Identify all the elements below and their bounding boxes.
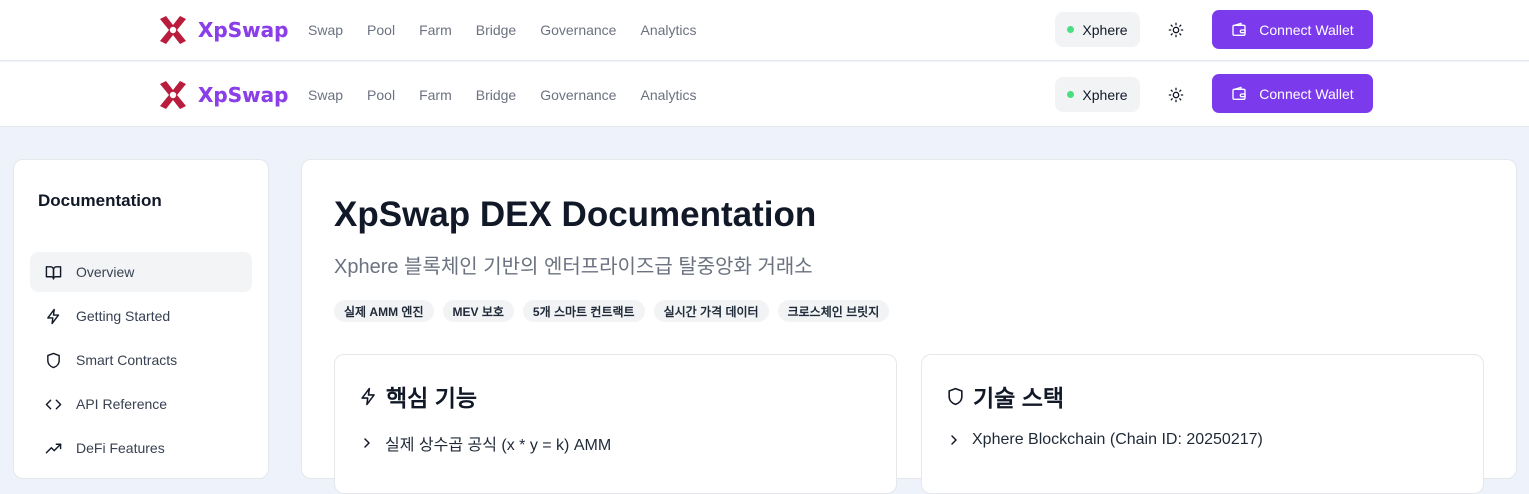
network-status-dot: [1067, 26, 1075, 33]
nav-analytics[interactable]: Analytics: [640, 87, 696, 103]
shield-icon: [47, 352, 60, 368]
book-open-icon: [45, 265, 62, 280]
page-subtitle: Xphere 블록체인 기반의 엔터프라이즈급 탈중앙화 거래소: [334, 256, 813, 278]
card-title: 기술 스택: [946, 379, 1064, 413]
brand-logo-link[interactable]: XpSwap: [156, 78, 288, 112]
feature-tag: 크로스체인 브릿지: [777, 300, 890, 322]
zap-icon: [361, 387, 375, 405]
nav-swap[interactable]: Swap: [308, 22, 343, 38]
sidebar-item-getting-started[interactable]: Getting Started: [30, 296, 252, 336]
docs-main-panel: XpSwap DEX Documentation Xphere 블록체인 기반의…: [301, 159, 1517, 494]
top-navbar: XpSwap Swap Pool Farm Bridge Governance …: [0, 0, 1529, 61]
tech-stack-card: 기술 스택 Xphere Blockchain (Chain ID: 20250…: [921, 354, 1484, 494]
nav-analytics[interactable]: Analytics: [640, 22, 696, 38]
feature-tags: 실제 AMM 엔진 MEV 보호 5개 스마트 컨트랙트 실시간 가격 데이터 …: [334, 300, 890, 322]
theme-toggle-button[interactable]: [1164, 18, 1188, 42]
sidebar-item-overview[interactable]: Overview: [30, 252, 252, 292]
network-selector[interactable]: Xphere: [1055, 12, 1140, 47]
nav-bridge[interactable]: Bridge: [476, 22, 516, 38]
feature-tag: MEV 보호: [442, 300, 514, 322]
code-icon: [45, 399, 62, 409]
card-list-item-text: Xphere Blockchain (Chain ID: 20250217): [972, 431, 1263, 448]
shield-icon: [948, 387, 963, 405]
page-title: XpSwap DEX Documentation: [334, 195, 817, 234]
theme-toggle-button[interactable]: [1164, 83, 1188, 107]
sidebar-item-label: Getting Started: [76, 308, 171, 324]
sidebar-item-label: API Reference: [76, 396, 168, 412]
sidebar-item-label: Smart Contracts: [76, 352, 178, 368]
connect-wallet-button[interactable]: Connect Wallet: [1212, 74, 1373, 113]
nav-farm[interactable]: Farm: [419, 87, 452, 103]
brand-name: XpSwap: [198, 83, 289, 107]
chevron-right-icon: [364, 438, 370, 448]
main-nav: Swap Pool Farm Bridge Governance Analyti…: [308, 22, 697, 38]
card-title-text: 기술 스택: [973, 385, 1065, 411]
feature-tag: 5개 스마트 컨트랙트: [522, 300, 645, 322]
brand-name: XpSwap: [198, 18, 289, 42]
zap-icon: [47, 308, 60, 324]
nav-pool[interactable]: Pool: [367, 22, 395, 38]
nav-bridge[interactable]: Bridge: [476, 87, 516, 103]
sidebar-item-api-reference[interactable]: API Reference: [30, 384, 252, 424]
sun-icon: [1168, 22, 1184, 38]
card-list-item: Xphere Blockchain (Chain ID: 20250217): [948, 431, 1263, 449]
wallet-icon: [1232, 86, 1246, 100]
nav-pool[interactable]: Pool: [367, 87, 395, 103]
xpswap-logo-icon: [160, 16, 186, 44]
sidebar-item-smart-contracts[interactable]: Smart Contracts: [30, 340, 252, 380]
card-title-text: 핵심 기능: [386, 385, 478, 411]
nav-governance[interactable]: Governance: [540, 87, 616, 103]
wallet-icon: [1232, 22, 1246, 36]
connect-wallet-label: Connect Wallet: [1259, 85, 1354, 102]
nav-farm[interactable]: Farm: [419, 22, 452, 38]
network-selector[interactable]: Xphere: [1055, 77, 1140, 112]
card-list-item-text: 실제 상수곱 공식 (x * y = k) AMM: [385, 437, 612, 454]
top-navbar-secondary: XpSwap Swap Pool Farm Bridge Governance …: [0, 62, 1529, 127]
card-list-item: 실제 상수곱 공식 (x * y = k) AMM: [361, 431, 611, 455]
card-title: 핵심 기능: [359, 379, 477, 413]
sidebar-item-label: DeFi Features: [76, 440, 165, 456]
network-name: Xphere: [1082, 86, 1128, 103]
main-nav: Swap Pool Farm Bridge Governance Analyti…: [308, 87, 697, 103]
trending-up-icon: [45, 443, 62, 453]
nav-governance[interactable]: Governance: [540, 22, 616, 38]
core-features-card: 핵심 기능 실제 상수곱 공식 (x * y = k) AMM: [334, 354, 897, 494]
connect-wallet-label: Connect Wallet: [1259, 21, 1354, 38]
docs-sidebar: Documentation Overview Getting Started S…: [13, 159, 269, 479]
sidebar-item-defi-features[interactable]: DeFi Features: [30, 428, 252, 468]
feature-tag: 실제 AMM 엔진: [334, 300, 434, 322]
sidebar-title: Documentation: [38, 191, 162, 210]
nav-swap[interactable]: Swap: [308, 87, 343, 103]
sun-icon: [1168, 87, 1184, 103]
sidebar-item-label: Overview: [76, 264, 135, 280]
brand-logo-link[interactable]: XpSwap: [156, 13, 288, 47]
network-name: Xphere: [1082, 21, 1128, 38]
connect-wallet-button[interactable]: Connect Wallet: [1212, 10, 1373, 49]
chevron-right-icon: [951, 435, 957, 445]
xpswap-logo-icon: [160, 81, 186, 109]
feature-tag: 실시간 가격 데이터: [653, 300, 769, 322]
network-status-dot: [1067, 91, 1075, 98]
